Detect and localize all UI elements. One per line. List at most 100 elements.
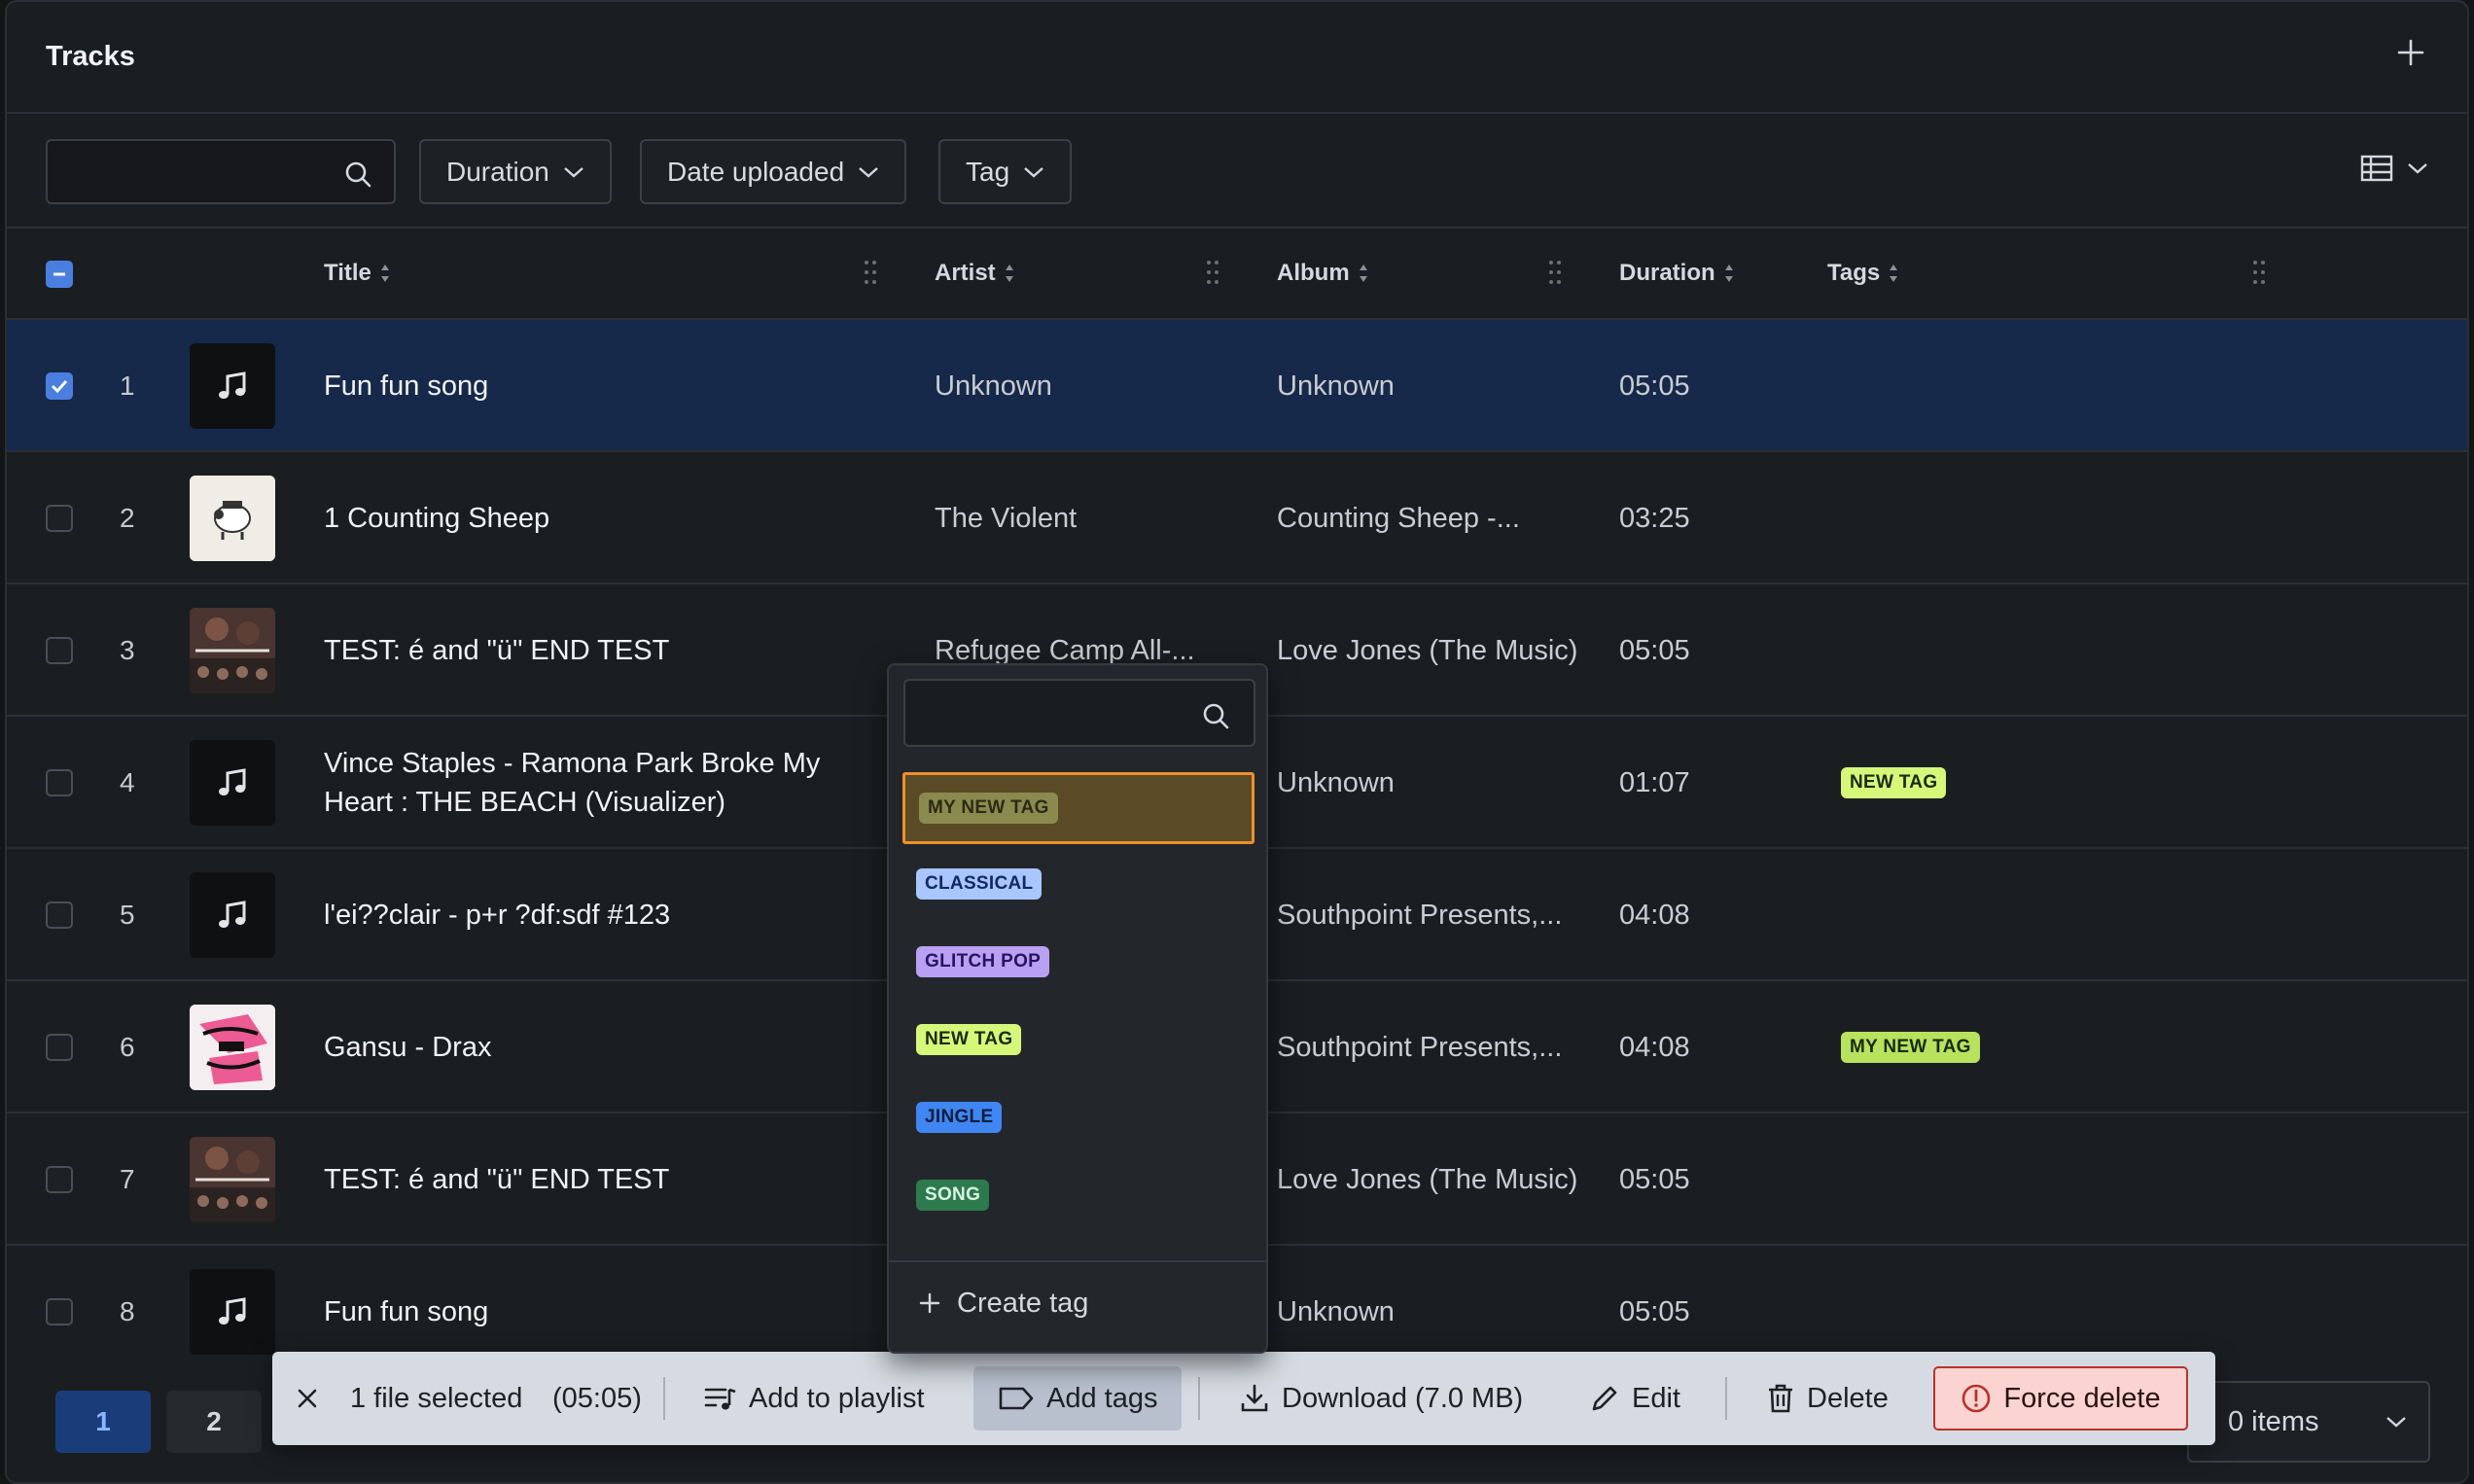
view-toggle[interactable] xyxy=(2360,155,2428,182)
track-title[interactable]: 1 Counting Sheep xyxy=(324,452,868,584)
force-delete-button[interactable]: Force delete xyxy=(1933,1366,2188,1431)
row-checkbox[interactable] xyxy=(46,1034,73,1061)
tag-option-label: NEW TAG xyxy=(916,1024,1022,1055)
track-album: Unknown xyxy=(1277,370,1395,402)
action-divider xyxy=(1198,1377,1200,1420)
selection-action-bar: 1 file selected (05:05) Add to playlist … xyxy=(272,1352,2215,1445)
table-row[interactable]: 1 Fun fun song Unknown Unknown 05:05 xyxy=(7,320,2467,452)
track-artwork xyxy=(190,343,275,429)
search-icon xyxy=(1203,703,1229,729)
column-header-album[interactable]: Album xyxy=(1277,260,1369,287)
edit-button[interactable]: Edit xyxy=(1589,1352,1680,1445)
column-resize-handle-icon[interactable] xyxy=(863,258,878,287)
page-title: Tracks xyxy=(46,41,135,72)
column-header-tags[interactable]: Tags xyxy=(1827,260,1899,287)
chevron-down-icon xyxy=(564,166,583,178)
track-tags: MY NEW TAG xyxy=(1841,981,1980,1113)
track-tags: NEW TAG xyxy=(1841,717,1947,849)
tag-option-song[interactable]: SONG xyxy=(902,1159,1255,1231)
track-title[interactable]: TEST: é and "ü" END TEST xyxy=(324,584,868,717)
force-delete-label: Force delete xyxy=(2003,1382,2161,1414)
add-to-playlist-button[interactable]: Add to playlist xyxy=(704,1352,925,1445)
tag-filter-label: Tag xyxy=(966,156,1010,187)
row-checkbox[interactable] xyxy=(46,769,73,796)
row-checkbox[interactable] xyxy=(46,505,73,532)
alert-circle-icon xyxy=(1962,1384,1991,1413)
trash-icon xyxy=(1769,1384,1792,1413)
panel-header: Tracks xyxy=(7,2,2467,114)
table-row[interactable]: 2 1 Counting Sheep The Violent Counting … xyxy=(7,452,2467,584)
check-icon xyxy=(51,379,68,394)
chevron-down-icon xyxy=(2386,1417,2406,1428)
track-artist: The Violent xyxy=(935,502,1078,534)
tag-option-new-tag[interactable]: NEW TAG xyxy=(902,1004,1255,1076)
track-title[interactable]: l'ei??clair - p+r ?df:sdf #123 xyxy=(324,849,868,981)
page-button-1[interactable]: 1 xyxy=(55,1391,151,1453)
track-duration: 05:05 xyxy=(1619,634,1690,666)
search-input[interactable] xyxy=(46,139,396,204)
tag-option-glitch-pop[interactable]: GLITCH POP xyxy=(902,926,1255,998)
music-note-icon xyxy=(219,768,246,795)
page-button-2[interactable]: 2 xyxy=(166,1391,262,1453)
tag-option-classical[interactable]: CLASSICAL xyxy=(902,848,1255,920)
row-checkbox[interactable] xyxy=(46,901,73,929)
tag-search-input[interactable] xyxy=(903,679,1255,747)
tag-option-jingle[interactable]: JINGLE xyxy=(902,1081,1255,1153)
column-resize-handle-icon[interactable] xyxy=(1205,258,1220,287)
row-number: 4 xyxy=(120,767,135,797)
track-title[interactable]: Fun fun song xyxy=(324,320,868,452)
tag-option-label: CLASSICAL xyxy=(916,868,1043,900)
track-duration: 03:25 xyxy=(1619,502,1690,534)
selection-duration: (05:05) xyxy=(552,1352,642,1445)
track-title[interactable]: Gansu - Drax xyxy=(324,981,868,1113)
date-uploaded-filter[interactable]: Date uploaded xyxy=(640,139,907,204)
column-title-label: Title xyxy=(324,260,371,286)
row-checkbox[interactable] xyxy=(46,1298,73,1325)
track-title[interactable]: Vince Staples - Ramona Park Broke My Hea… xyxy=(324,717,868,849)
track-artist: Unknown xyxy=(935,370,1052,402)
sort-icon xyxy=(1005,265,1013,282)
track-duration: 04:08 xyxy=(1619,899,1690,931)
selection-count: 1 file selected xyxy=(350,1352,522,1445)
row-checkbox[interactable] xyxy=(46,1166,73,1193)
column-header-artist[interactable]: Artist xyxy=(935,260,1015,287)
row-checkbox[interactable] xyxy=(46,372,73,400)
track-artwork xyxy=(190,608,275,693)
row-number: 2 xyxy=(120,503,135,533)
create-tag-label: Create tag xyxy=(957,1287,1089,1319)
row-number: 7 xyxy=(120,1164,135,1194)
track-album: Counting Sheep -... xyxy=(1277,502,1520,534)
duration-filter[interactable]: Duration xyxy=(419,139,612,204)
tag-pill[interactable]: MY NEW TAG xyxy=(1841,1032,1980,1063)
track-duration: 01:07 xyxy=(1619,766,1690,798)
tag-pill[interactable]: NEW TAG xyxy=(1841,767,1947,798)
column-header-duration[interactable]: Duration xyxy=(1619,260,1735,287)
items-per-page-label: 0 items xyxy=(2228,1405,2319,1437)
select-all-checkbox[interactable] xyxy=(46,261,73,288)
add-to-playlist-label: Add to playlist xyxy=(749,1382,925,1414)
column-header-title[interactable]: Title xyxy=(324,260,391,287)
add-icon[interactable] xyxy=(2393,35,2428,70)
music-note-icon xyxy=(219,901,246,928)
add-tags-button[interactable]: Add tags xyxy=(998,1352,1157,1445)
track-album: Love Jones (The Music) xyxy=(1277,634,1578,666)
items-per-page-select[interactable]: 0 items xyxy=(2187,1381,2430,1463)
tag-option-my-new-tag[interactable]: MY NEW TAG xyxy=(902,772,1255,844)
track-duration: 04:08 xyxy=(1619,1031,1690,1063)
create-tag-button[interactable]: Create tag xyxy=(918,1276,1088,1330)
delete-button[interactable]: Delete xyxy=(1766,1352,1889,1445)
track-album: Unknown xyxy=(1277,766,1395,798)
sort-icon xyxy=(1359,265,1367,282)
track-artwork xyxy=(190,740,275,826)
tag-icon xyxy=(999,1387,1034,1410)
tag-filter[interactable]: Tag xyxy=(938,139,1073,204)
track-title[interactable]: TEST: é and "ü" END TEST xyxy=(324,1113,868,1246)
column-resize-handle-icon[interactable] xyxy=(1547,258,1563,287)
download-button[interactable]: Download (7.0 MB) xyxy=(1239,1352,1523,1445)
track-artwork xyxy=(190,872,275,958)
track-duration: 05:05 xyxy=(1619,370,1690,402)
column-resize-handle-icon[interactable] xyxy=(2251,258,2267,287)
clear-selection-button[interactable] xyxy=(296,1352,319,1445)
chevron-down-icon xyxy=(859,166,878,178)
row-checkbox[interactable] xyxy=(46,637,73,664)
